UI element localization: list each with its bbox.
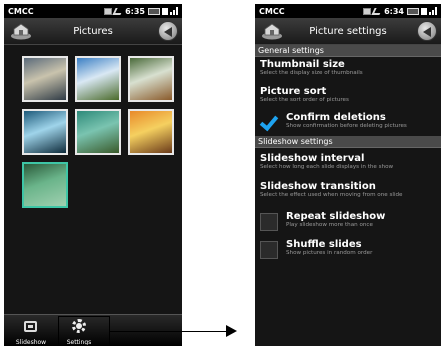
battery-icon xyxy=(148,7,160,15)
slideshow-label: Slideshow xyxy=(15,339,47,346)
shuffle-slides-setting[interactable]: Shuffle slides Show pictures in random o… xyxy=(255,236,441,266)
title-bar: Picture settings xyxy=(255,18,441,45)
home-icon[interactable] xyxy=(261,22,283,40)
usb-icon xyxy=(371,7,383,15)
signal-icon xyxy=(429,7,437,15)
thumbnail-photo-7[interactable] xyxy=(22,162,68,208)
page-title: Pictures xyxy=(73,25,113,37)
back-icon[interactable] xyxy=(417,21,437,41)
clock: 6:34 xyxy=(384,6,404,16)
setting-title: Thumbnail size xyxy=(260,59,345,70)
settings-highlight-box xyxy=(58,316,110,346)
title-bar: Pictures xyxy=(4,18,182,45)
slideshow-interval-setting[interactable]: Slideshow interval Select how long each … xyxy=(255,148,441,178)
thumbnail-size-setting[interactable]: Thumbnail size Select the display size o… xyxy=(255,57,441,82)
thumbnail-photo-5[interactable] xyxy=(75,109,121,155)
slideshow-transition-setting[interactable]: Slideshow transition Select the effect u… xyxy=(255,178,441,206)
callout-arrow-head xyxy=(226,325,237,337)
sd-card-icon xyxy=(162,7,168,15)
slideshow-settings-header: Slideshow settings xyxy=(255,136,441,148)
thumbnail-photo-3[interactable] xyxy=(128,56,174,102)
callout-arrow-line xyxy=(110,331,234,332)
setting-title: Confirm deletions xyxy=(286,112,386,123)
picture-sort-setting[interactable]: Picture sort Select the sort order of pi… xyxy=(255,82,441,109)
signal-icon xyxy=(170,7,178,15)
setting-title: Repeat slideshow xyxy=(286,211,386,222)
carrier-label: CMCC xyxy=(259,6,285,16)
setting-description: Show confirmation before deleting pictur… xyxy=(286,123,407,129)
home-icon[interactable] xyxy=(10,22,32,40)
battery-icon xyxy=(407,7,419,15)
confirm-deletions-setting[interactable]: Confirm deletions Show confirmation befo… xyxy=(255,109,441,136)
thumbnail-photo-6[interactable] xyxy=(128,109,174,155)
thumbnail-photo-2[interactable] xyxy=(75,56,121,102)
setting-title: Slideshow transition xyxy=(260,181,376,192)
status-bar: CMCC 6:34 xyxy=(255,4,441,18)
thumbnail-photo-1[interactable] xyxy=(22,56,68,102)
slideshow-button[interactable]: Slideshow xyxy=(6,315,56,346)
setting-title: Picture sort xyxy=(260,86,327,97)
notification-icon xyxy=(363,7,372,15)
thumbnail-photo-4[interactable] xyxy=(22,109,68,155)
slideshow-icon xyxy=(24,321,37,332)
status-bar: CMCC 6:35 xyxy=(4,4,182,18)
setting-description: Play slideshow more than once xyxy=(286,222,373,228)
usb-icon xyxy=(112,7,124,15)
repeat-slideshow-checkbox[interactable] xyxy=(260,213,278,231)
setting-description: Show pictures in random order xyxy=(286,250,373,256)
setting-description: Select the effect used when moving from … xyxy=(260,192,403,198)
setting-description: Select how long each slide displays in t… xyxy=(260,164,394,170)
back-icon[interactable] xyxy=(158,21,178,41)
sd-card-icon xyxy=(421,7,427,15)
carrier-label: CMCC xyxy=(8,6,34,16)
picture-settings-screen: CMCC 6:34 Picture settings General setti… xyxy=(255,4,441,346)
setting-title: Shuffle slides xyxy=(286,239,362,250)
setting-title: Slideshow interval xyxy=(260,153,365,164)
setting-description: Select the sort order of pictures xyxy=(260,97,349,103)
pictures-screen: CMCC 6:35 Pictures Slideshow Settings xyxy=(4,4,182,346)
setting-description: Select the display size of thumbnails xyxy=(260,70,363,76)
confirm-deletions-checkbox[interactable] xyxy=(260,113,278,131)
shuffle-slides-checkbox[interactable] xyxy=(260,241,278,259)
general-settings-header: General settings xyxy=(255,45,441,57)
clock: 6:35 xyxy=(125,6,145,16)
page-title: Picture settings xyxy=(309,25,387,37)
notification-icon xyxy=(104,7,113,15)
repeat-slideshow-setting[interactable]: Repeat slideshow Play slideshow more tha… xyxy=(255,206,441,236)
